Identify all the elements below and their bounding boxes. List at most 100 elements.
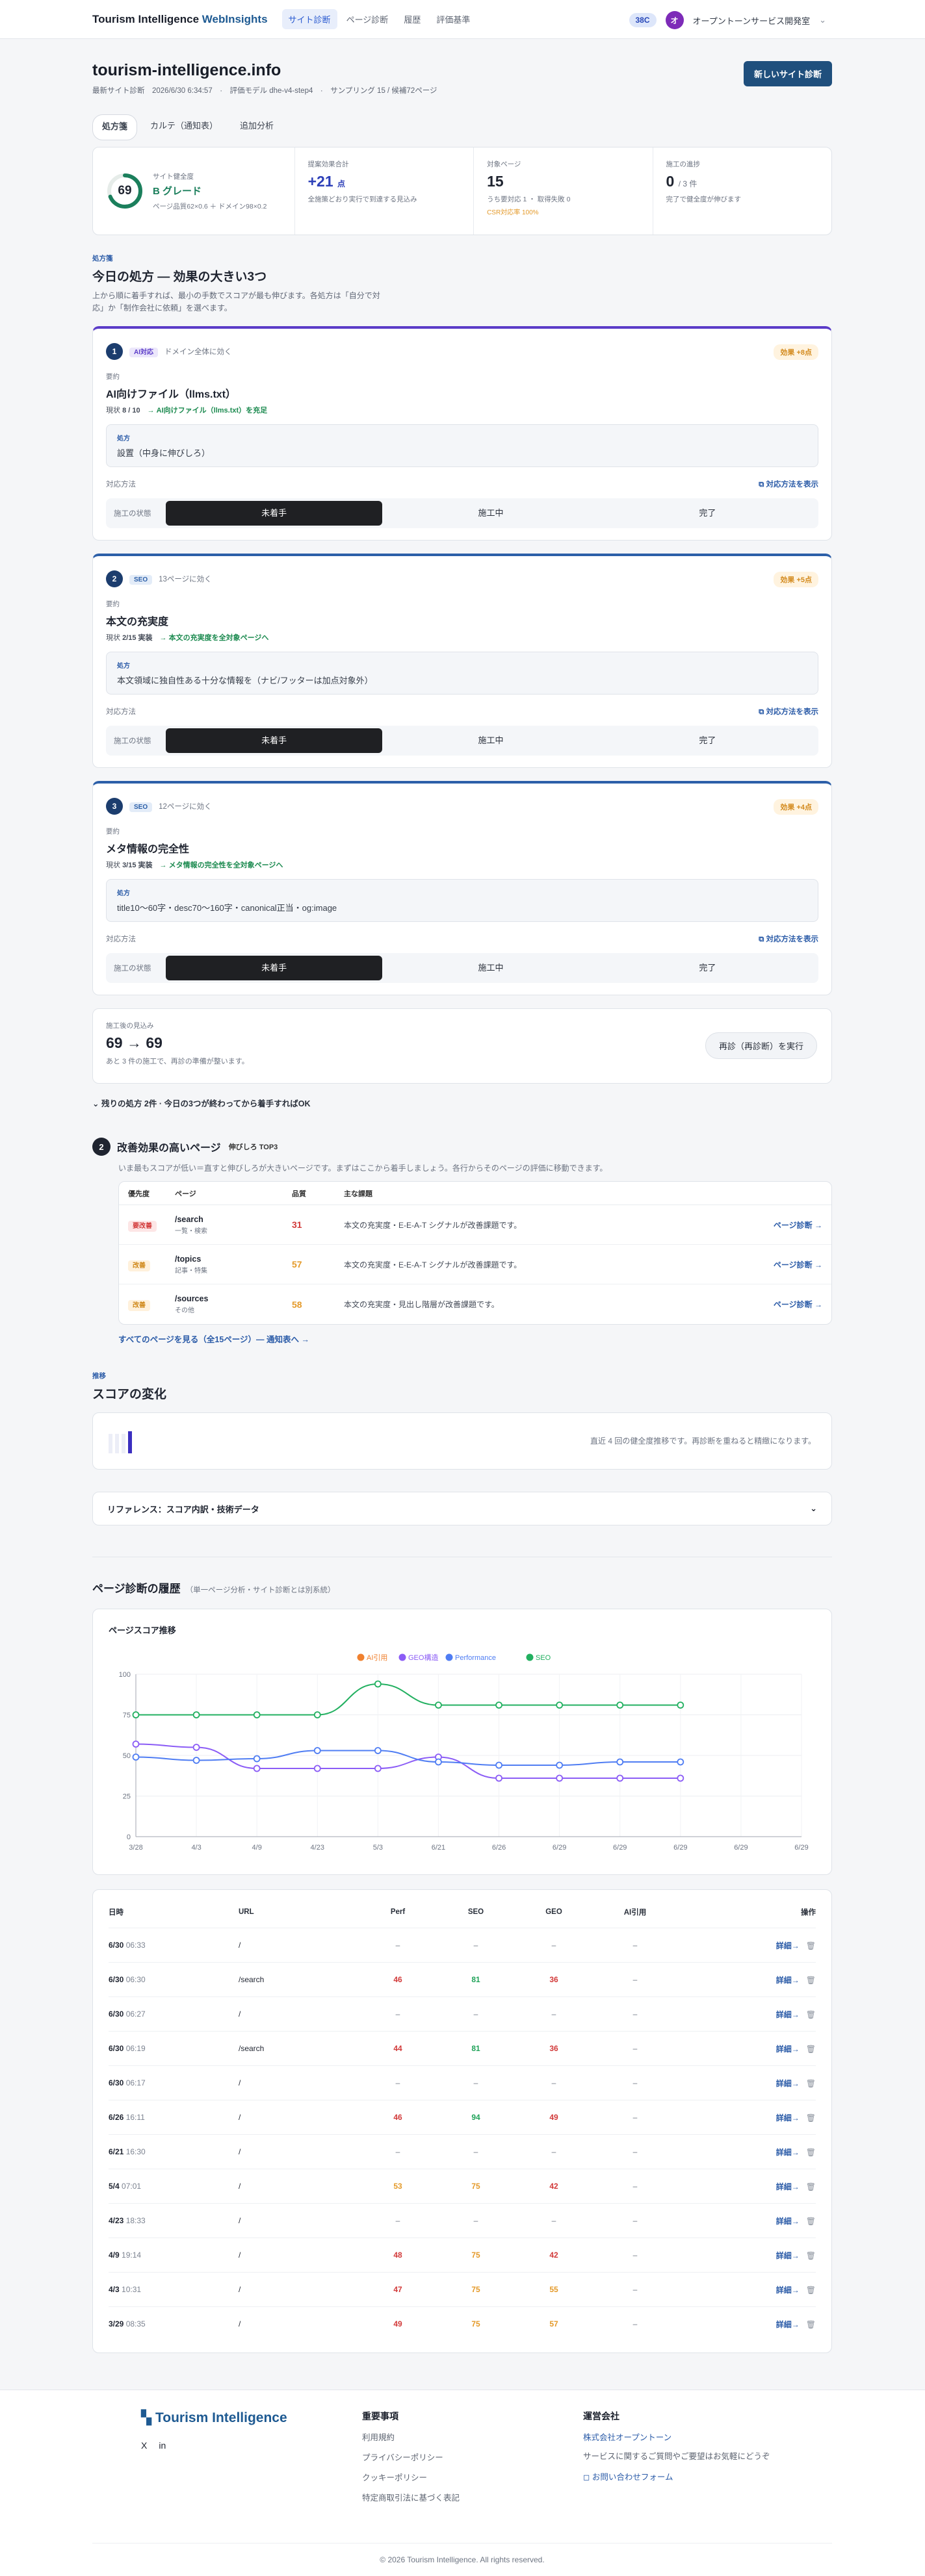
new-site-diagnosis-button[interactable]: 新しいサイト診断: [743, 61, 832, 86]
tab-additional-analysis[interactable]: 追加分析: [231, 114, 283, 140]
detail-link[interactable]: 詳細→: [776, 2010, 800, 2019]
trash-icon[interactable]: 🗑: [806, 2113, 816, 2123]
detail-link[interactable]: 詳細→: [776, 2286, 800, 2295]
trash-icon[interactable]: 🗑: [806, 2010, 816, 2019]
row-seo: 75: [471, 2251, 480, 2260]
org-name[interactable]: オープントーンサービス開発室: [693, 14, 811, 27]
trash-icon[interactable]: 🗑: [806, 1941, 816, 1950]
tab-report-card[interactable]: カルテ（通知表）: [141, 114, 227, 140]
row-ai: –: [632, 2044, 638, 2053]
page-diagnosis-link[interactable]: ページ診断 →: [774, 1300, 822, 1309]
row-url: /: [239, 2251, 241, 2260]
tab-prescription[interactable]: 処方箋: [92, 114, 138, 140]
row-ai: –: [632, 2216, 638, 2225]
nav-site-diagnosis[interactable]: サイト診断: [281, 9, 337, 29]
cookie-link[interactable]: クッキーポリシー: [362, 2471, 460, 2483]
row-time: 10:31: [122, 2285, 142, 2294]
page-diagnosis-link[interactable]: ページ診断 →: [774, 1221, 822, 1230]
row-datetime: 4/9 19:14: [109, 2251, 239, 2260]
stats-bar: 69 サイト健全度 B グレード ページ品質62×0.6 ＋ ドメイン98×0.…: [92, 147, 832, 235]
row-perf: –: [395, 1941, 400, 1950]
table-row: 6/30 06:19/search 44 81 36 – 詳細→ 🗑: [109, 2031, 816, 2065]
credit-badge[interactable]: 38C: [629, 13, 657, 27]
status-done[interactable]: 完了: [599, 728, 816, 753]
recipe-scope: ドメイン全体に効く: [164, 348, 232, 356]
brand-logo[interactable]: Tourism Intelligence WebInsights: [92, 13, 268, 26]
show-how-button[interactable]: ⧉ 対応方法を表示: [759, 706, 818, 717]
how-label: 対応方法: [106, 936, 136, 943]
row-date: 6/21: [109, 2147, 124, 2156]
detail-link[interactable]: 詳細→: [776, 1941, 800, 1950]
trash-icon[interactable]: 🗑: [806, 2320, 816, 2329]
detail-link[interactable]: 詳細→: [776, 2182, 800, 2191]
trash-icon[interactable]: 🗑: [806, 2079, 816, 2088]
status-not-started[interactable]: 未着手: [166, 501, 383, 526]
show-how-button[interactable]: ⧉ 対応方法を表示: [759, 934, 818, 944]
nav-criteria[interactable]: 評価基準: [430, 9, 476, 29]
status-not-started[interactable]: 未着手: [166, 728, 383, 753]
company-link[interactable]: 株式会社オープントーン: [583, 2430, 791, 2443]
row-url: /: [239, 2285, 241, 2294]
data-point: [435, 1702, 442, 1709]
status-in-progress[interactable]: 施工中: [382, 728, 599, 753]
detail-link[interactable]: 詳細→: [776, 2045, 800, 2054]
status-not-started[interactable]: 未着手: [166, 956, 383, 980]
commerce-law-link[interactable]: 特定商取引法に基づく表記: [362, 2491, 460, 2503]
status-done[interactable]: 完了: [599, 956, 816, 980]
page-diagnosis-link[interactable]: ページ診断 →: [774, 1260, 822, 1269]
detail-link[interactable]: 詳細→: [776, 2113, 800, 2123]
status-done[interactable]: 完了: [599, 501, 816, 526]
nav-page-diagnosis[interactable]: ページ診断: [340, 9, 395, 29]
page-path: /search: [175, 1214, 203, 1224]
detail-link[interactable]: 詳細→: [776, 2079, 800, 2088]
detail-link[interactable]: 詳細→: [776, 2148, 800, 2157]
chevron-down-icon[interactable]: ⌄: [819, 15, 826, 25]
nav-history[interactable]: 履歴: [397, 9, 427, 29]
row-geo: 36: [549, 2044, 558, 2053]
show-how-button[interactable]: ⧉ 対応方法を表示: [759, 479, 818, 489]
trash-icon[interactable]: 🗑: [806, 1976, 816, 1985]
trash-icon[interactable]: 🗑: [806, 2251, 816, 2260]
trash-icon[interactable]: 🗑: [806, 2182, 816, 2191]
legend-label: AI引用: [367, 1653, 387, 1662]
section-number: 2: [92, 1138, 111, 1156]
table-row[interactable]: 要改善/search 一覧・検索 31 本文の充実度・E-E-A-T シグナルが改善課…: [119, 1205, 831, 1245]
linkedin-icon[interactable]: in: [159, 2440, 166, 2451]
recipe-card: 2 SEO 13ページに効く 効果 +5点 要約 本文の充実度 現状 2/15 実装 → 本…: [92, 554, 832, 768]
row-perf: –: [395, 2078, 400, 2087]
avatar[interactable]: オ: [665, 11, 684, 29]
detail-link[interactable]: 詳細→: [776, 2320, 800, 2329]
detail-link[interactable]: 詳細→: [776, 2217, 800, 2226]
contact-form-link[interactable]: お問い合わせフォーム: [592, 2473, 673, 2482]
status-in-progress[interactable]: 施工中: [382, 501, 599, 526]
privacy-link[interactable]: プライバシーポリシー: [362, 2451, 460, 2463]
detail-link[interactable]: 詳細→: [776, 2251, 800, 2260]
trash-icon[interactable]: 🗑: [806, 2217, 816, 2226]
recipe-title: 本文の充実度: [106, 617, 169, 628]
detail-link[interactable]: 詳細→: [776, 1976, 800, 1985]
page-path: /topics: [175, 1254, 202, 1264]
row-url: /: [239, 2319, 241, 2328]
table-row[interactable]: 改善/sources その他 58 本文の充実度・見出し階層が改善課題です。 ページ診断…: [119, 1284, 831, 1324]
all-pages-link[interactable]: すべてのページを見る（全15ページ）— 通知表へ →: [118, 1333, 832, 1345]
terms-link[interactable]: 利用規約: [362, 2430, 460, 2443]
trash-icon[interactable]: 🗑: [806, 2148, 816, 2157]
remaining-recipes-toggle[interactable]: ⌄ 残りの処方 2件 · 今日の3つが終わってから着手すればOK: [92, 1097, 832, 1109]
status-in-progress[interactable]: 施工中: [382, 956, 599, 980]
trash-icon[interactable]: 🗑: [806, 2286, 816, 2295]
series-line: [135, 1743, 681, 1779]
data-point: [677, 1758, 684, 1766]
row-date: 6/30: [109, 1975, 124, 1984]
recipe-summary-label: 要約: [106, 373, 120, 381]
footer-logo[interactable]: ▚ Tourism Intelligence: [141, 2410, 287, 2426]
reference-accordion[interactable]: リファレンス：スコア内訳・技術データ ⌄: [92, 1492, 832, 1525]
current-label: 現状: [106, 634, 123, 642]
trash-icon[interactable]: 🗑: [806, 2045, 816, 2054]
table-row[interactable]: 改善/topics 記事・特集 57 本文の充実度・E-E-A-T シグナルが改善課題…: [119, 1245, 831, 1284]
how-label: 対応方法: [106, 708, 136, 716]
row-time: 16:30: [125, 2147, 146, 2156]
current-label: 現状: [106, 861, 123, 869]
x-icon[interactable]: X: [141, 2440, 147, 2451]
row-date: 6/30: [109, 1941, 124, 1950]
rerun-button[interactable]: 再診（再診断）を実行: [705, 1032, 817, 1059]
